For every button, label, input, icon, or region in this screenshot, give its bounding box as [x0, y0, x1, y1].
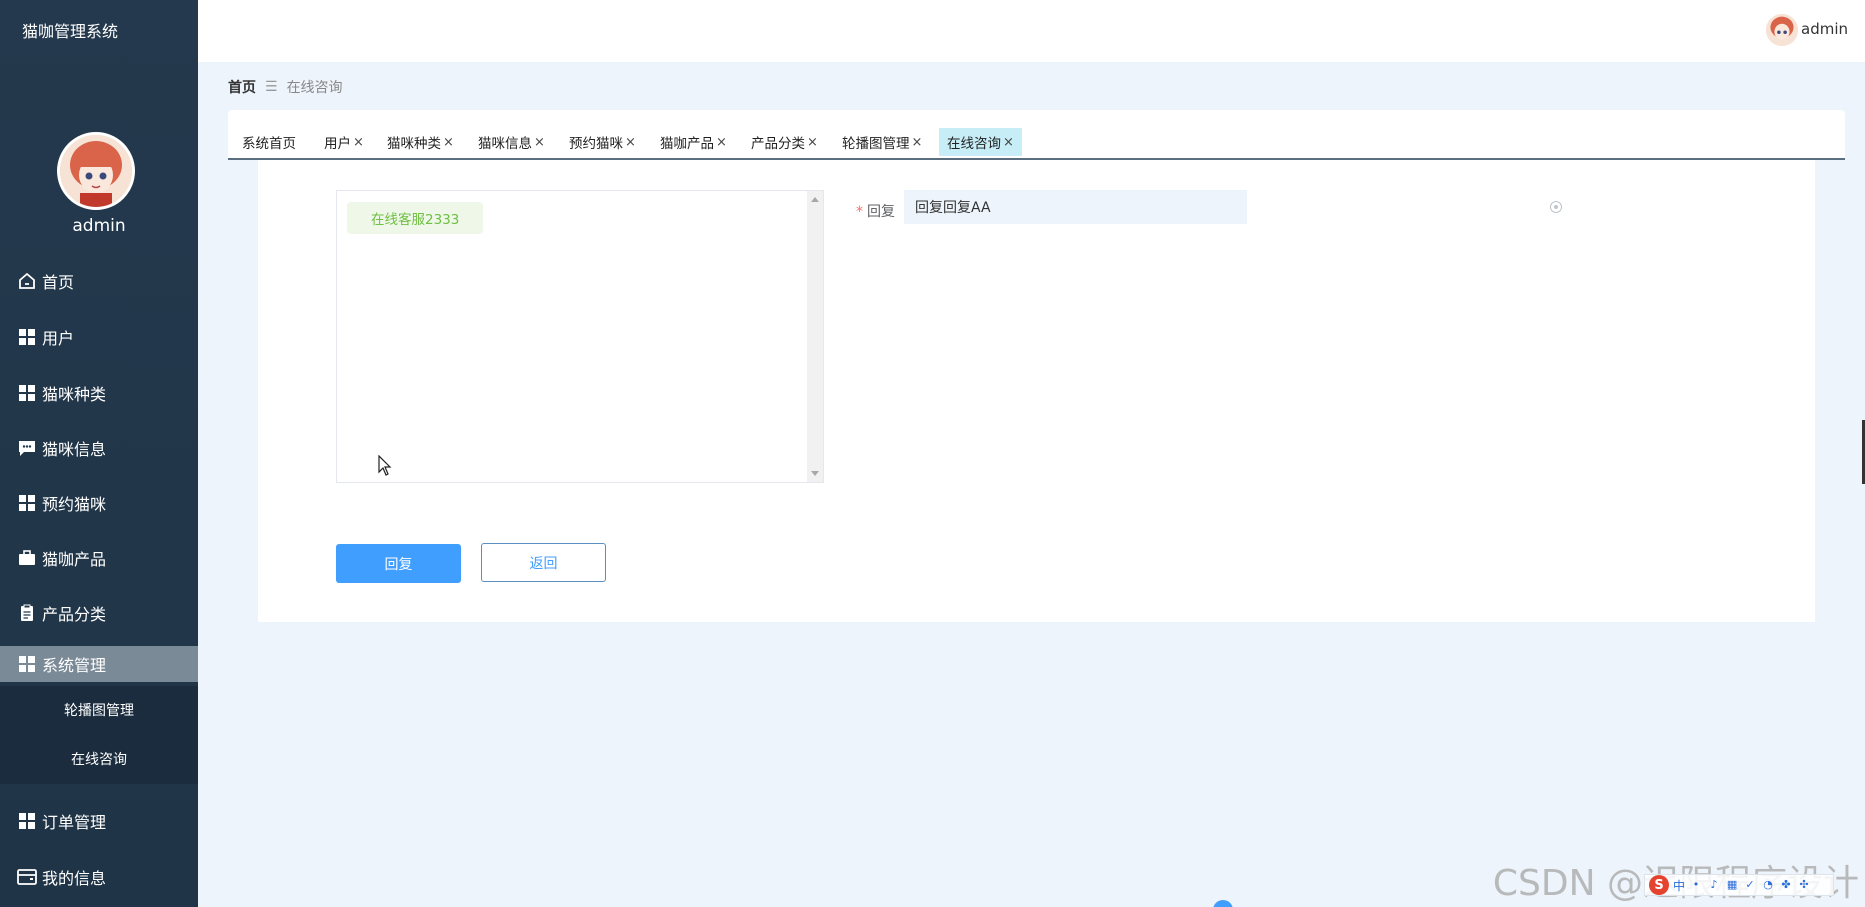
- mouse-cursor-icon: [378, 454, 394, 477]
- tab-product-categories[interactable]: 产品分类 ×: [743, 128, 826, 156]
- tab-label: 系统首页: [242, 136, 296, 152]
- sidebar-item-users[interactable]: 用户: [0, 314, 198, 360]
- reply-button[interactable]: 回复: [336, 544, 461, 583]
- chat-icon: [16, 437, 38, 459]
- breadcrumb-separator-icon: ☰: [265, 79, 278, 95]
- close-icon[interactable]: ×: [353, 135, 364, 150]
- header-avatar[interactable]: [1766, 14, 1798, 46]
- apps-icon[interactable]: ✤: [1779, 878, 1793, 892]
- reply-label: * 回复: [856, 201, 895, 221]
- tab-label: 猫咪种类: [387, 136, 441, 152]
- tab-label: 产品分类: [751, 136, 805, 152]
- avatar: [57, 132, 135, 210]
- tab-cat-types[interactable]: 猫咪种类 ×: [379, 128, 462, 156]
- sidebar-submenu: 轮播图管理 在线咨询: [0, 686, 198, 784]
- scroll-down-icon[interactable]: [811, 471, 819, 476]
- ime-logo-icon[interactable]: S: [1649, 875, 1669, 895]
- home-icon: [16, 270, 38, 292]
- briefcase-icon: [16, 547, 38, 569]
- sidebar-item-product-categories[interactable]: 产品分类: [0, 590, 198, 636]
- app-title: 猫咖管理系统: [22, 22, 119, 41]
- clipboard-icon: [16, 602, 38, 624]
- tab-system-home[interactable]: 系统首页: [234, 128, 304, 156]
- sidebar-subitem-online-consult[interactable]: 在线咨询: [0, 749, 198, 769]
- sidebar-item-label: 猫咪信息: [42, 440, 107, 459]
- sidebar-item-cafe-products[interactable]: 猫咖产品: [0, 535, 198, 581]
- sidebar-item-label: 首页: [42, 273, 75, 292]
- sidebar-item-label: 猫咖产品: [42, 550, 107, 569]
- grid-icon: [16, 382, 38, 404]
- tab-users[interactable]: 用户 ×: [316, 128, 372, 156]
- close-icon[interactable]: ×: [1003, 135, 1014, 150]
- tabs-bar: 系统首页 用户 × 猫咪种类 × 猫咪信息 × 预约猫咪 × 猫咖产品 × 产品…: [228, 110, 1845, 160]
- skin-icon[interactable]: ✓: [1743, 878, 1757, 892]
- wallet-icon: [16, 866, 38, 888]
- tab-label: 猫咖产品: [660, 136, 714, 152]
- tab-label: 预约猫咪: [569, 136, 623, 152]
- close-icon[interactable]: ×: [534, 135, 545, 150]
- sidebar-item-home[interactable]: 首页: [0, 258, 198, 304]
- chat-history-box[interactable]: 在线客服2333: [336, 190, 824, 483]
- tab-cat-info[interactable]: 猫咪信息 ×: [470, 128, 553, 156]
- back-button[interactable]: 返回: [481, 543, 606, 582]
- reply-input[interactable]: [904, 190, 1247, 224]
- sidebar-item-label: 我的信息: [42, 869, 107, 888]
- sidebar-item-cat-info[interactable]: 猫咪信息: [0, 425, 198, 471]
- grid-icon: [16, 326, 38, 348]
- top-header: admin: [198, 0, 1865, 62]
- close-icon[interactable]: ×: [716, 135, 727, 150]
- tab-label: 猫咪信息: [478, 136, 532, 152]
- required-mark: *: [856, 204, 863, 220]
- sidebar-subitem-carousel[interactable]: 轮播图管理: [0, 700, 198, 720]
- tab-cat-booking[interactable]: 预约猫咪 ×: [561, 128, 644, 156]
- sidebar-item-my-info[interactable]: 我的信息: [0, 854, 198, 900]
- chat-scrollbar[interactable]: [807, 191, 823, 482]
- sidebar-username: admin: [72, 216, 126, 236]
- chat-message: 在线客服2333: [347, 202, 484, 234]
- tab-cafe-products[interactable]: 猫咖产品 ×: [652, 128, 735, 156]
- scroll-up-icon[interactable]: [811, 197, 819, 202]
- tab-label: 用户: [324, 136, 351, 152]
- punctuation-icon[interactable]: •: [1689, 878, 1703, 892]
- reply-label-text: 回复: [867, 204, 895, 220]
- microphone-icon[interactable]: ♪: [1707, 878, 1721, 892]
- sidebar-item-cat-types[interactable]: 猫咪种类: [0, 370, 198, 416]
- sidebar-item-label: 订单管理: [42, 813, 107, 832]
- breadcrumb-home[interactable]: 首页: [228, 77, 256, 97]
- sidebar-item-label: 用户: [42, 329, 75, 348]
- close-icon[interactable]: ×: [807, 135, 818, 150]
- keyboard-icon[interactable]: ▦: [1725, 878, 1739, 892]
- ime-lang[interactable]: 中: [1673, 877, 1685, 894]
- breadcrumb-current: 在线咨询: [286, 80, 343, 96]
- sidebar-item-orders[interactable]: 订单管理: [0, 798, 198, 844]
- sidebar-item-label: 预约猫咪: [42, 495, 107, 514]
- header-username[interactable]: admin: [1801, 20, 1848, 38]
- close-icon[interactable]: ×: [625, 135, 636, 150]
- sidebar-item-label: 系统管理: [42, 656, 107, 675]
- tab-label: 轮播图管理: [842, 136, 910, 152]
- tab-carousel[interactable]: 轮播图管理 ×: [834, 128, 930, 156]
- settings-icon[interactable]: ✣: [1797, 878, 1811, 892]
- sidebar-item-label: 产品分类: [42, 605, 107, 624]
- ime-toolbar[interactable]: S 中 • ♪ ▦ ✓ ◔ ✤ ✣: [1644, 874, 1834, 896]
- sidebar-item-label: 猫咪种类: [42, 385, 107, 404]
- sidebar-item-system-management[interactable]: 系统管理: [0, 646, 198, 682]
- close-icon[interactable]: ×: [443, 135, 454, 150]
- floating-indicator: [1213, 900, 1233, 907]
- clear-icon[interactable]: [1550, 201, 1562, 213]
- sidebar-item-cat-booking[interactable]: 预约猫咪: [0, 480, 198, 526]
- tab-label: 在线咨询: [947, 136, 1001, 152]
- toolbox-icon[interactable]: ◔: [1761, 878, 1775, 892]
- sidebar: 猫咖管理系统 admin 首页 用户 猫咪种类 猫咪信息 预约猫咪 猫咖产品 产…: [0, 0, 198, 907]
- tab-online-consult[interactable]: 在线咨询 ×: [939, 128, 1022, 156]
- breadcrumb: 首页 ☰ 在线咨询: [228, 77, 343, 97]
- grid-icon: [16, 492, 38, 514]
- grid-icon: [16, 653, 38, 675]
- close-icon[interactable]: ×: [912, 135, 923, 150]
- grid-icon: [16, 810, 38, 832]
